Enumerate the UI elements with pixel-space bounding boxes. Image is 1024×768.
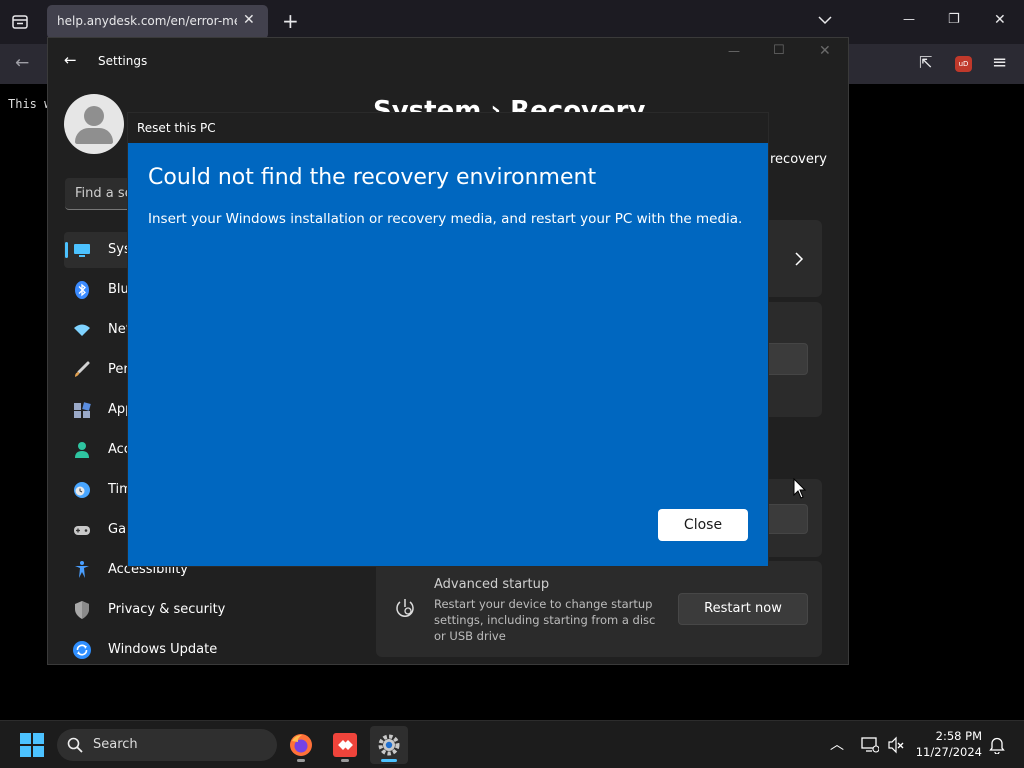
browser-back-icon[interactable]: ← (15, 53, 29, 73)
new-tab-icon[interactable]: + (282, 9, 299, 33)
browser-restore-icon[interactable]: ❐ (948, 12, 960, 27)
sidebar-item-label: Per (108, 362, 129, 377)
settings-minimize-icon[interactable]: — (728, 44, 740, 58)
taskbar-firefox[interactable] (282, 726, 320, 764)
bluetooth-icon (75, 281, 89, 299)
active-app-indicator (381, 759, 397, 762)
shield-icon (75, 601, 89, 619)
tray-overflow-chevron-icon[interactable]: ︿ (830, 734, 844, 754)
advanced-startup-icon (396, 599, 414, 617)
avatar-body (75, 128, 113, 144)
running-indicator (341, 759, 349, 762)
chevron-right-icon (795, 252, 804, 266)
settings-gear-icon (378, 734, 400, 756)
firefox-icon (290, 734, 312, 756)
tab-list-chevron-icon[interactable] (818, 15, 832, 25)
windows-start-icon[interactable] (20, 733, 44, 757)
running-indicator (297, 759, 305, 762)
sidebar-item-label: Blu (108, 282, 129, 297)
active-indicator (65, 242, 68, 258)
tab-title: help.anydesk.com/en/error-messa (57, 14, 237, 28)
notification-bell-icon[interactable] (988, 736, 1006, 754)
clock-time[interactable]: 2:58 PM (918, 729, 982, 743)
accessibility-icon (75, 561, 89, 578)
wifi-icon (74, 324, 90, 336)
restart-now-button[interactable]: Restart now (678, 593, 808, 625)
brush-icon (75, 361, 90, 377)
search-icon (67, 737, 83, 753)
browser-close-icon[interactable]: ✕ (994, 12, 1006, 28)
advanced-startup-card: Advanced startup Restart your device to … (376, 561, 822, 657)
avatar[interactable] (64, 94, 124, 154)
settings-search-placeholder: Find a se (75, 186, 133, 201)
taskbar-anydesk[interactable] (326, 726, 364, 764)
volume-muted-icon[interactable] (887, 736, 905, 754)
browser-minimize-icon[interactable]: — (903, 12, 915, 26)
dialog-close-button[interactable]: Close (658, 509, 748, 541)
tab-manager-icon[interactable] (11, 13, 29, 31)
taskbar-search-box[interactable]: Search (57, 729, 277, 761)
settings-title: Settings (98, 54, 148, 68)
page-text: This w (8, 97, 52, 111)
extensions-icon[interactable]: ⇱ (919, 53, 932, 72)
taskbar-search-label: Search (93, 737, 138, 752)
settings-close-icon[interactable]: ✕ (819, 43, 831, 59)
person-icon (75, 442, 89, 458)
dialog-title: Reset this PC (137, 121, 216, 135)
ublock-icon[interactable]: uD (955, 56, 972, 72)
browser-tab[interactable]: help.anydesk.com/en/error-messa ✕ (47, 5, 268, 39)
browser-menu-icon[interactable]: ≡ (992, 52, 1007, 73)
dialog-titlebar: Reset this PC (128, 113, 768, 143)
settings-maximize-icon[interactable]: ☐ (773, 43, 785, 58)
sidebar-item-privacy-security[interactable]: Privacy & security (64, 592, 354, 628)
tab-close-icon[interactable]: ✕ (243, 12, 255, 28)
network-display-icon[interactable] (861, 736, 879, 754)
update-icon (73, 641, 91, 659)
settings-back-icon[interactable]: ← (64, 51, 77, 69)
sidebar-item-windows-update[interactable]: Windows Update (64, 632, 354, 668)
clock-globe-icon (74, 482, 90, 498)
dialog-message: Insert your Windows installation or reco… (148, 211, 743, 227)
anydesk-icon (333, 733, 357, 757)
sidebar-item-label: Windows Update (108, 642, 218, 657)
gamepad-icon (74, 526, 90, 535)
avatar-head (84, 106, 104, 126)
monitor-icon (74, 244, 90, 257)
recovery-description: recovery (770, 152, 827, 167)
advanced-startup-title: Advanced startup (434, 577, 550, 592)
reset-pc-dialog: Reset this PC Could not find the recover… (127, 112, 769, 567)
mouse-cursor-icon (793, 478, 807, 499)
apps-icon (74, 402, 91, 418)
dialog-heading: Could not find the recovery environment (148, 165, 597, 190)
taskbar-settings[interactable] (370, 726, 408, 764)
taskbar: Search ︿ 2:58 PM 11/27/2024 (0, 720, 1024, 768)
advanced-startup-description: Restart your device to change startup se… (434, 597, 656, 643)
sidebar-item-label: Privacy & security (108, 602, 226, 617)
clock-date[interactable]: 11/27/2024 (912, 745, 982, 759)
